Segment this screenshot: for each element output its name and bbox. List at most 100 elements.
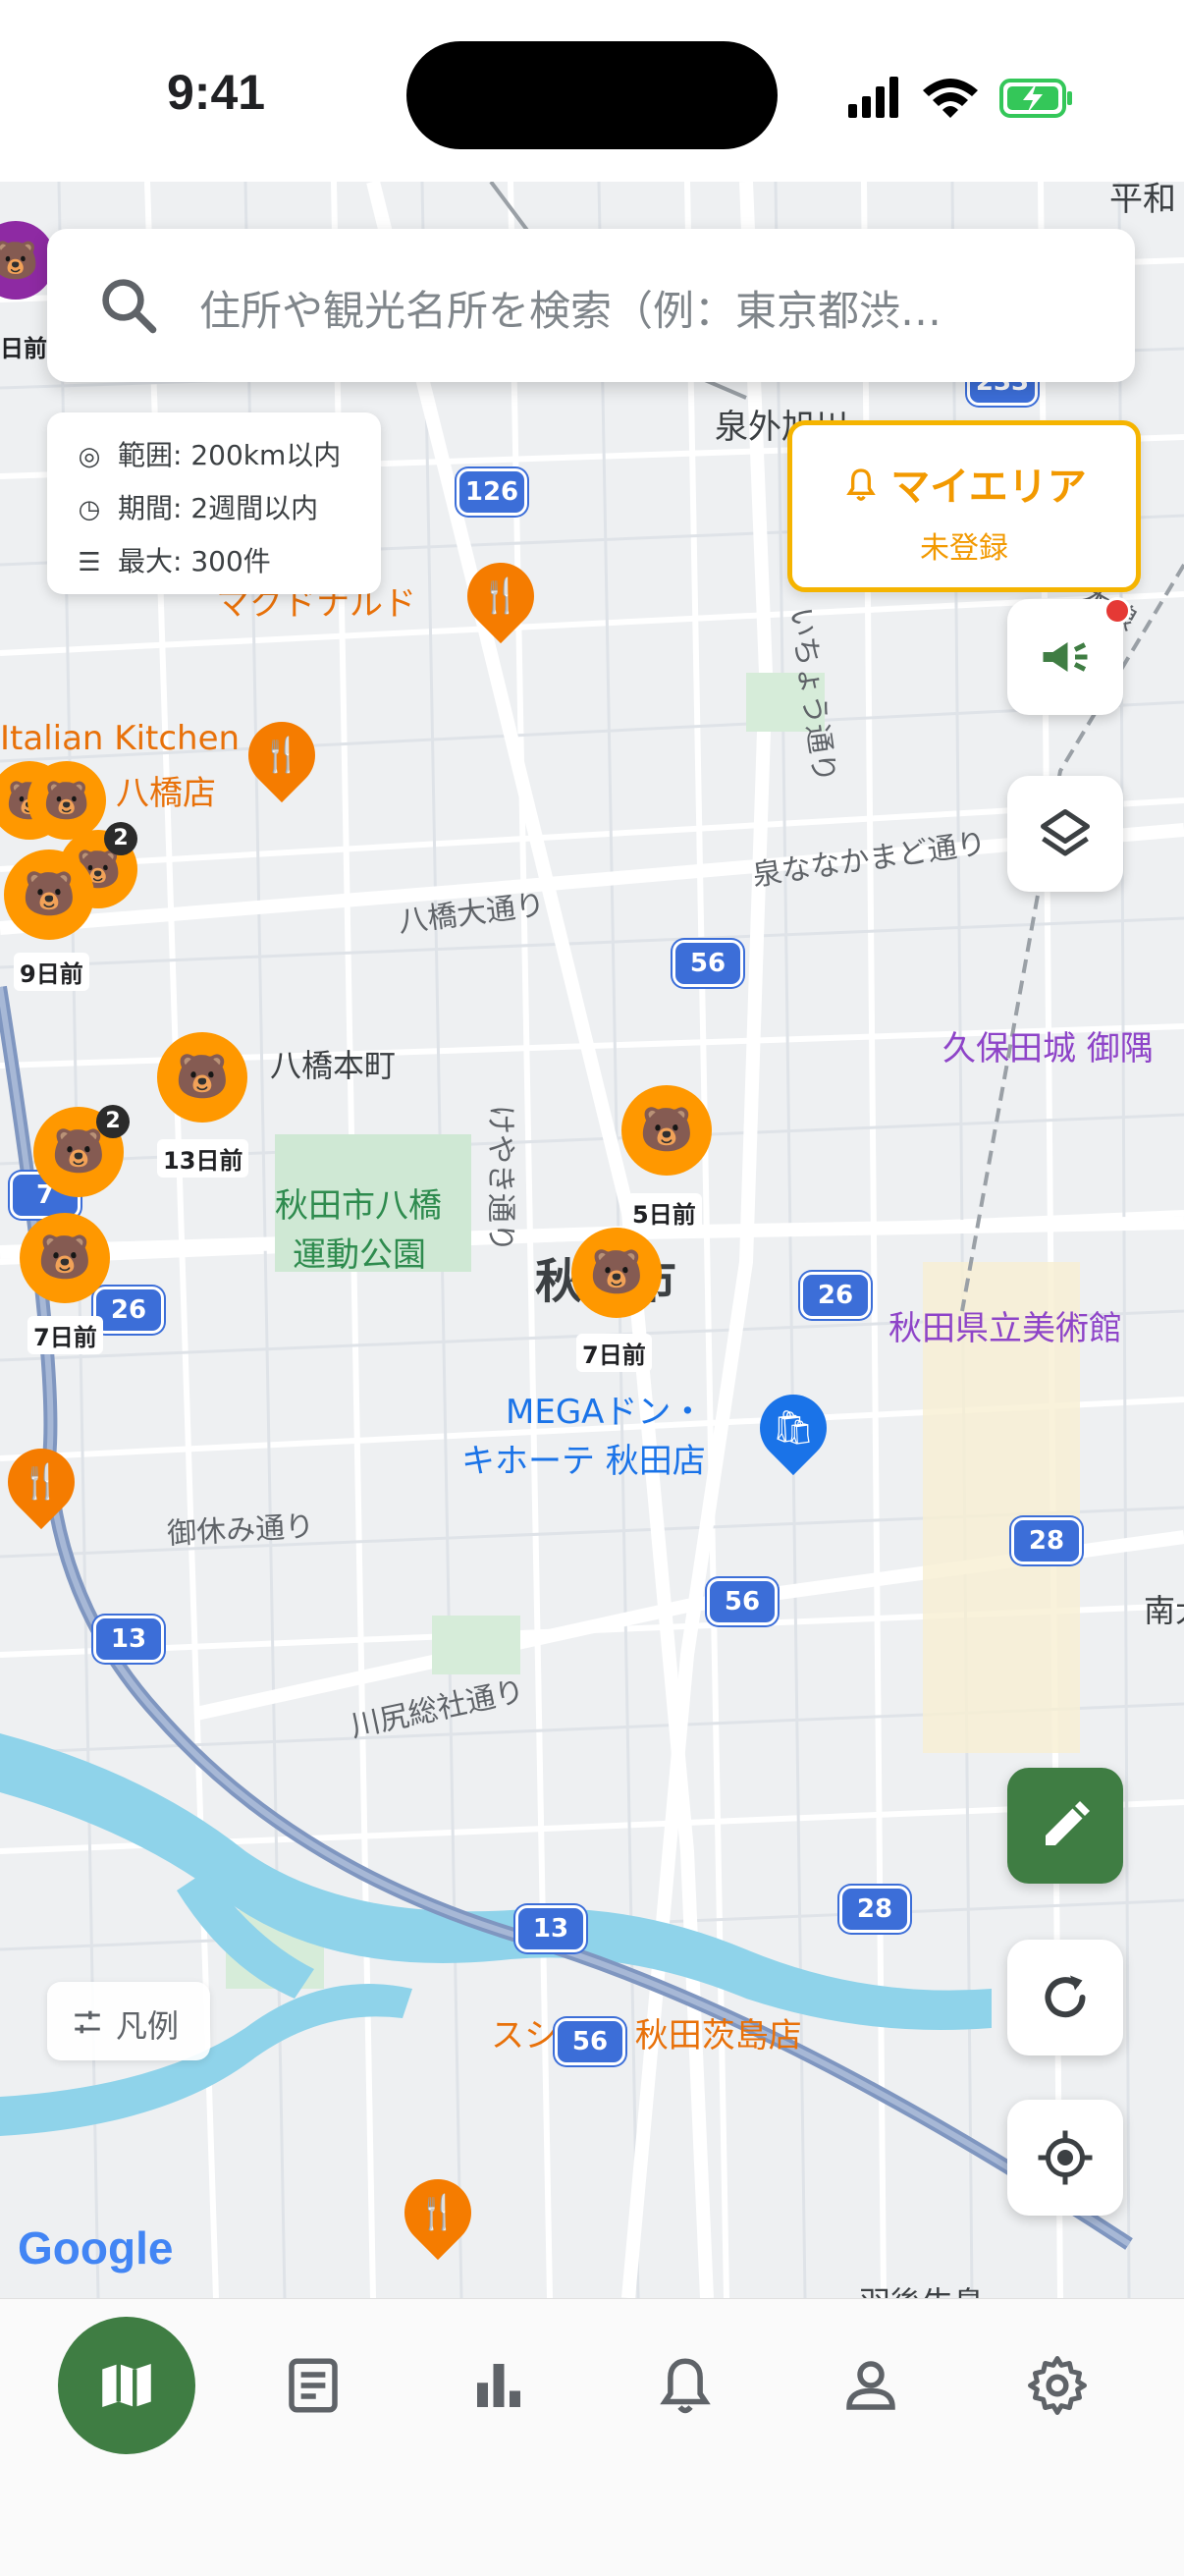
bell-icon (660, 2358, 711, 2414)
layers-icon (1041, 809, 1090, 856)
bear-icon: 🐻 (639, 1105, 694, 1155)
status-bar: 9:41 (0, 0, 1184, 182)
label-mega-line2: キホーテ 秋田店 (461, 1442, 706, 1481)
bear-marker[interactable]: 🐻 (571, 1228, 662, 1318)
shopping-pin[interactable]: 🛍 (745, 1380, 841, 1476)
cluster-count-badge: 2 (96, 1105, 130, 1138)
filter-max-row: ☰ 最大: 300件 (73, 540, 271, 579)
list-icon (289, 2358, 338, 2413)
google-attribution: Google (18, 2221, 173, 2275)
restaurant-pin[interactable]: 🍴 (453, 548, 549, 644)
route-shield: 28 (1011, 1517, 1082, 1564)
route-shield: 13 (93, 1616, 164, 1663)
bottom-navigation (0, 2298, 1184, 2576)
label-yabase-honcho: 八橋本町 (270, 1047, 397, 1084)
restaurant-pin[interactable]: 🍴 (390, 2165, 486, 2261)
filter-period-row: ◷ 期間: 2週間以内 (73, 487, 319, 526)
bear-icon: 🐻 (43, 779, 90, 822)
radius-icon: ◎ (78, 442, 101, 471)
my-location-button[interactable] (1007, 2100, 1123, 2216)
filter-period: 期間: 2週間以内 (118, 492, 319, 524)
route-shield: 13 (515, 1905, 586, 1952)
signal-icon (848, 77, 898, 118)
bear-marker[interactable]: 🐻 (157, 1032, 247, 1123)
dynamic-island (406, 41, 778, 149)
filter-range-row: ◎ 範囲: 200km以内 (73, 434, 342, 473)
google-logo: Google (18, 2222, 174, 2274)
fork-knife-icon: 🍴 (416, 2193, 459, 2232)
label-park-line2: 運動公園 (293, 1235, 426, 1275)
announcement-button[interactable] (1007, 597, 1131, 715)
map-icon (102, 2364, 151, 2407)
refresh-button[interactable] (1007, 1940, 1123, 2055)
restaurant-pin[interactable]: 🍴 (234, 707, 330, 803)
label-hirano: 平和 (1109, 182, 1176, 219)
wifi-icon (923, 79, 978, 118)
bear-icon: 🐻 (51, 1126, 106, 1177)
refresh-icon (1045, 1975, 1086, 2018)
bear-marker[interactable]: 🐻 (4, 850, 94, 940)
legend-label: 凡例 (116, 2007, 180, 2045)
nav-list[interactable] (244, 2317, 382, 2454)
bell-outline-icon (846, 468, 876, 501)
route-shield: 26 (800, 1272, 871, 1319)
nav-settings[interactable] (989, 2317, 1126, 2454)
route-shield: 126 (457, 468, 527, 516)
crosshair-location-icon (1038, 2130, 1093, 2185)
nav-profile[interactable] (802, 2317, 940, 2454)
bear-icon: 🐻 (22, 869, 77, 919)
legend-button[interactable]: 凡例 (47, 1982, 210, 2060)
status-icons (844, 69, 1080, 128)
notification-dot (1103, 597, 1131, 625)
pencil-icon (1046, 1801, 1090, 1845)
filter-range: 範囲: 200km以内 (118, 439, 342, 471)
bear-icon: 🐻 (175, 1052, 230, 1102)
filter-max: 最大: 300件 (118, 545, 271, 577)
search-input[interactable]: 住所や観光名所を検索（例：東京都渋… (199, 278, 1122, 338)
bear-icon: 🐻 (589, 1247, 644, 1297)
label-italian-kitchen: Italian Kitchen (0, 719, 241, 758)
route-shield: 28 (839, 1886, 910, 1933)
search-icon (102, 279, 157, 334)
gear-icon (1028, 2356, 1087, 2415)
tune-icon (75, 2010, 100, 2034)
fork-knife-icon: 🍴 (479, 576, 522, 616)
search-bar[interactable]: 住所や観光名所を検索（例：東京都渋… (47, 229, 1135, 382)
label-kubota-castle: 久保田城 御隅 (942, 1029, 1154, 1069)
clock-icon: ◷ (78, 495, 101, 524)
bear-marker[interactable]: 🐻 (621, 1085, 712, 1176)
cluster-count-badge: 2 (104, 822, 137, 855)
bear-icon: 🐻 (0, 239, 39, 282)
my-area-title-row: マイエリア (792, 455, 1136, 512)
chart-icon (477, 2364, 520, 2407)
fork-knife-icon: 🍴 (260, 736, 303, 775)
nav-stats[interactable] (430, 2317, 567, 2454)
bear-marker-days: 9日前 (14, 953, 89, 991)
bear-marker-days: 5日前 (626, 1193, 702, 1232)
bear-icon: 🐻 (37, 1233, 92, 1283)
report-button[interactable] (1007, 1768, 1123, 1884)
my-area-title: マイエリア (890, 465, 1087, 510)
battery-icon (999, 79, 1072, 118)
bear-marker-days: 日前 (0, 335, 47, 362)
my-area-status: 未登録 (920, 531, 1008, 566)
label-ugo: 羽後牛島 (859, 2278, 985, 2298)
bear-marker-days: 13日前 (157, 1139, 249, 1178)
label-art-museum: 秋田県立美術館 (888, 1309, 1122, 1348)
route-shield: 56 (707, 1578, 778, 1625)
route-shield: 56 (673, 940, 743, 987)
label-park-line1: 秋田市八橋 (275, 1186, 442, 1226)
layers-button[interactable] (1007, 776, 1123, 892)
shopping-bag-icon: 🛍 (772, 1408, 815, 1448)
filter-info-card: ◎ 範囲: 200km以内 ◷ 期間: 2週間以内 ☰ 最大: 300件 (47, 412, 381, 594)
nav-map[interactable] (58, 2317, 195, 2454)
person-icon (846, 2361, 895, 2410)
label-mega-line1: MEGAドン・ (506, 1393, 705, 1432)
my-area-button[interactable]: マイエリア 未登録 (787, 420, 1141, 592)
bear-marker[interactable]: 🐻 (20, 1213, 110, 1303)
status-time: 9:41 (167, 65, 266, 120)
fork-knife-icon: 🍴 (20, 1462, 63, 1502)
route-shield: 56 (555, 2018, 625, 2065)
bear-marker[interactable]: 🐻 (27, 761, 106, 840)
nav-notifications[interactable] (617, 2317, 754, 2454)
